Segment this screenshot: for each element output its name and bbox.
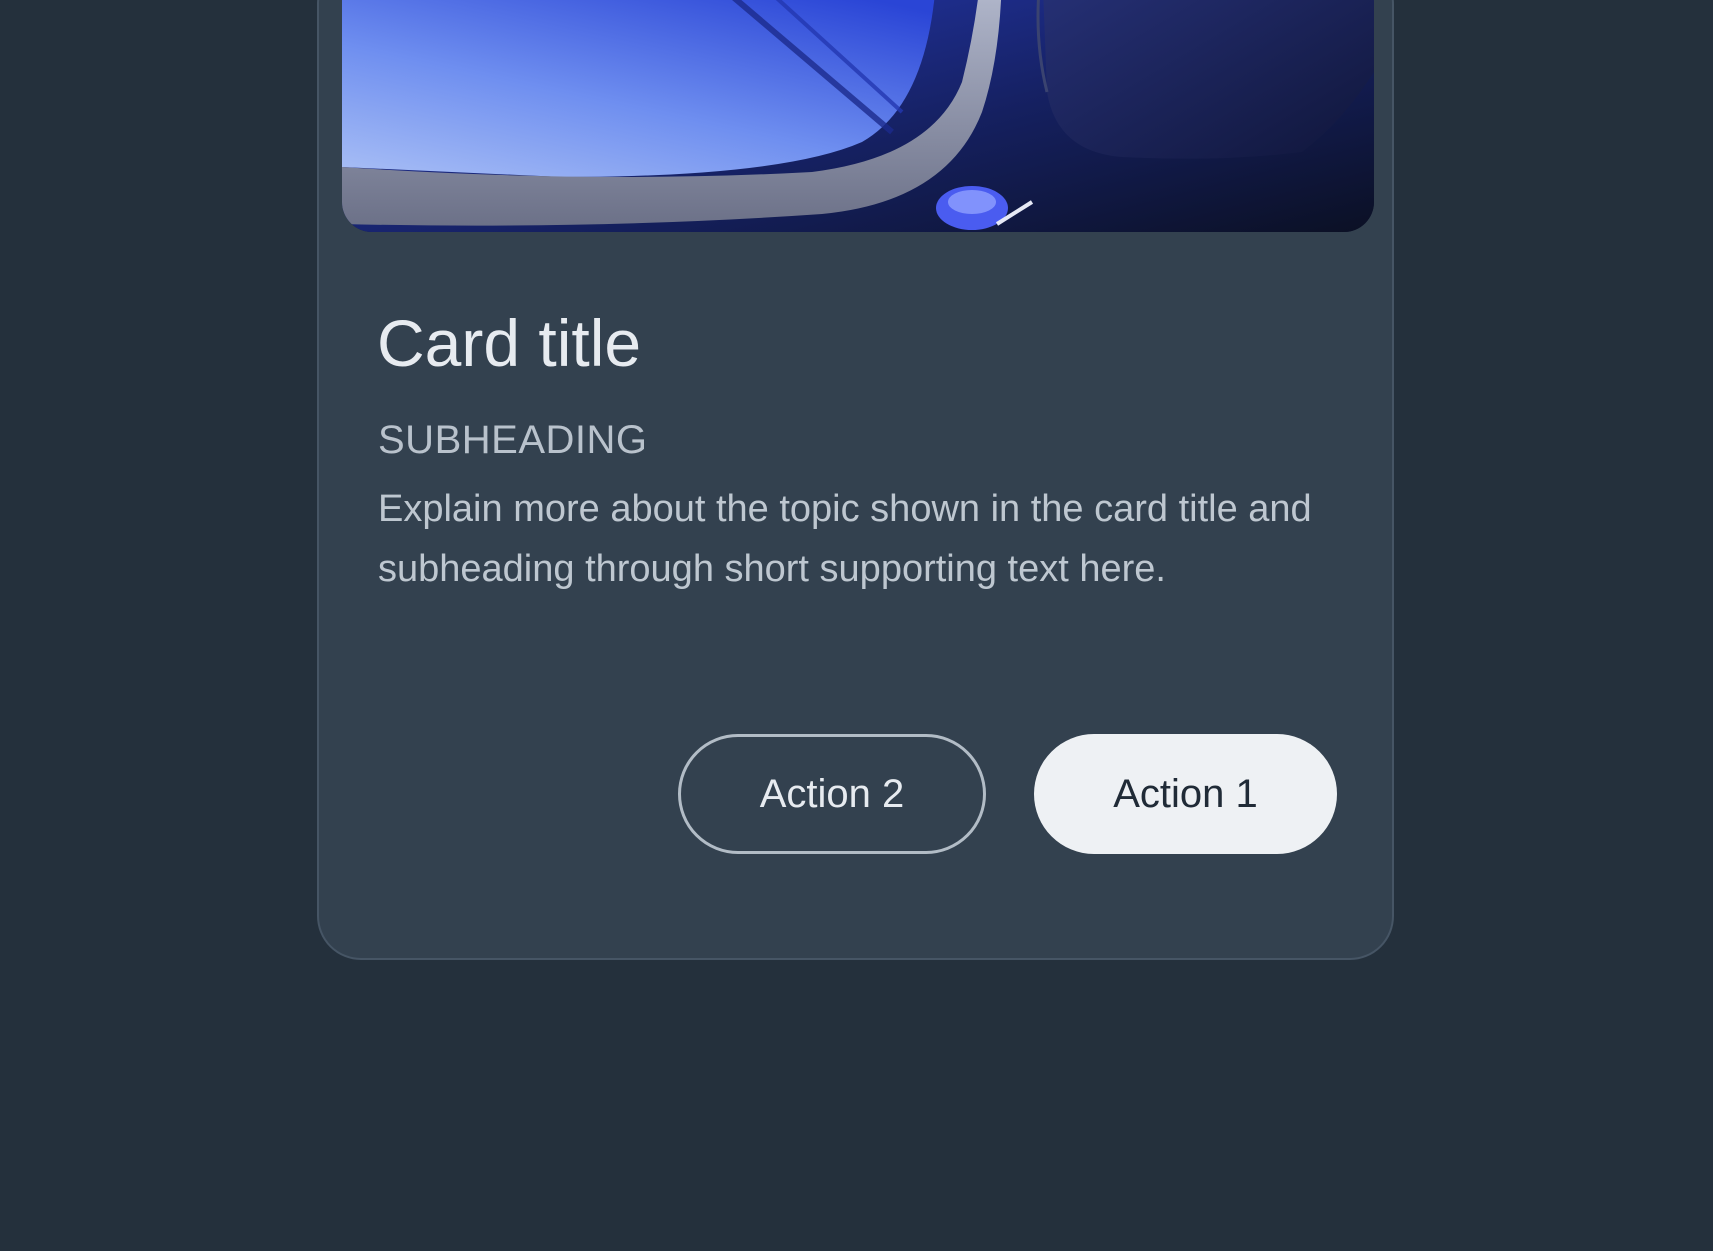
card-subheading: SUBHEADING	[378, 418, 648, 462]
card-media-image	[342, 0, 1374, 232]
action-1-button[interactable]: Action 1	[1034, 734, 1337, 854]
card-title: Card title	[377, 306, 642, 380]
card: Card title SUBHEADING Explain more about…	[317, 0, 1394, 960]
action-2-button[interactable]: Action 2	[678, 734, 986, 854]
card-body-text: Explain more about the topic shown in th…	[378, 488, 1312, 590]
